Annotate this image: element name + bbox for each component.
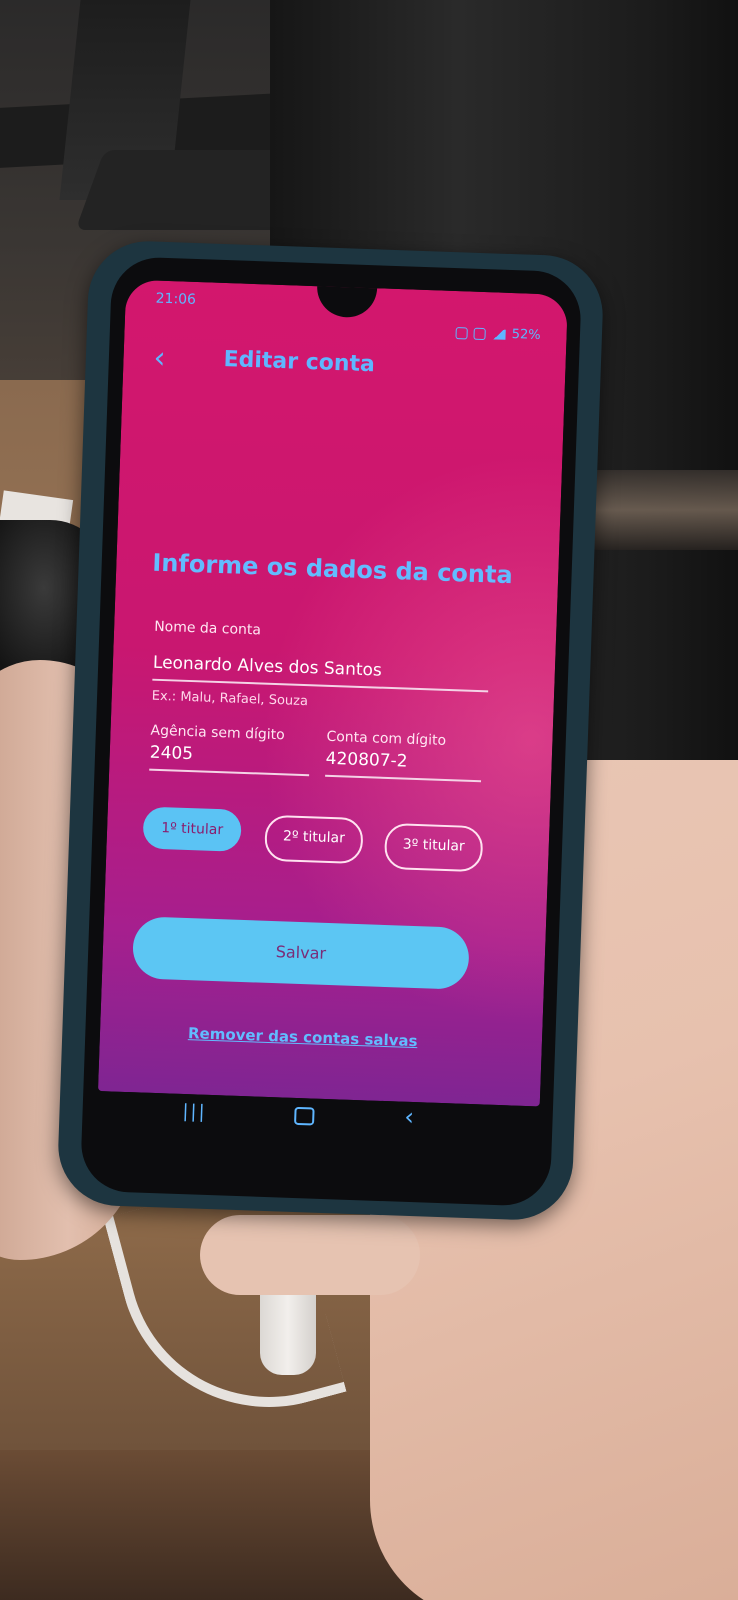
holder-1-button[interactable]: 1º titular bbox=[142, 806, 242, 852]
agency-label: Agência sem dígito bbox=[150, 722, 285, 744]
chevron-left-icon[interactable]: ‹ bbox=[153, 341, 182, 378]
battery-level: 52% bbox=[511, 327, 541, 344]
page-title: Editar conta bbox=[223, 346, 376, 378]
status-icons: 52% bbox=[455, 325, 541, 344]
agency-underline bbox=[149, 768, 310, 777]
account-number-label: Conta com dígito bbox=[326, 728, 447, 749]
section-title: Informe os dados da conta bbox=[151, 548, 514, 590]
account-number-input[interactable]: 420807-2 bbox=[325, 749, 408, 772]
phone-screen: 21:06 52% ‹ Editar conta Informe os dado… bbox=[97, 279, 569, 1107]
app-header: ‹ Editar conta bbox=[122, 339, 565, 404]
account-name-hint: Ex.: Malu, Rafael, Souza bbox=[151, 688, 309, 710]
signal-icon bbox=[491, 328, 506, 340]
finger bbox=[200, 1215, 420, 1295]
holder-2-button[interactable]: 2º titular bbox=[264, 814, 364, 865]
status-time: 21:06 bbox=[155, 290, 197, 308]
notification-icon bbox=[455, 326, 468, 339]
recent-apps-icon[interactable]: ||| bbox=[182, 1101, 207, 1123]
agency-input[interactable]: 2405 bbox=[149, 743, 193, 764]
account-name-label: Nome da conta bbox=[153, 618, 262, 639]
home-icon[interactable] bbox=[294, 1106, 315, 1126]
alarm-icon bbox=[473, 327, 486, 340]
account-number-underline bbox=[325, 774, 482, 783]
remove-saved-account-link[interactable]: Remover das contas salvas bbox=[188, 1024, 418, 1050]
account-name-input[interactable]: Leonardo Alves dos Santos bbox=[153, 653, 383, 681]
save-button[interactable]: Salvar bbox=[131, 916, 470, 990]
back-nav-icon[interactable]: ‹ bbox=[404, 1103, 415, 1131]
holder-3-button[interactable]: 3º titular bbox=[383, 822, 484, 873]
